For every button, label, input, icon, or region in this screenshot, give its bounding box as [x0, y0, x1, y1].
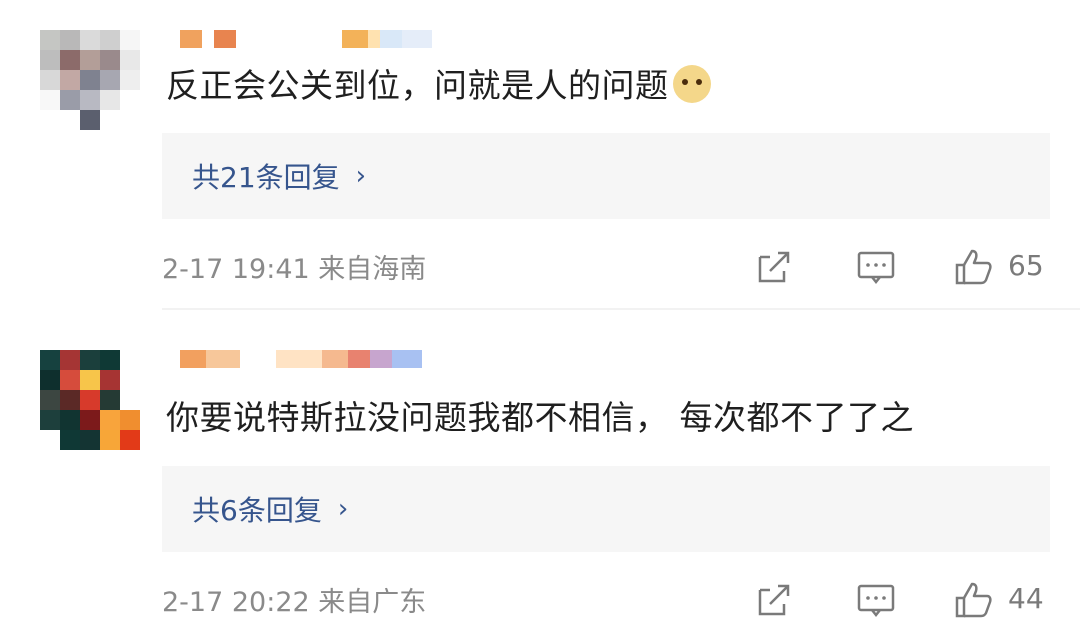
comment-text: 反正会公关到位，问就是人的问题	[166, 64, 711, 108]
comment-meta: 2-17 19:41 来自海南	[162, 254, 427, 285]
avatar-pixel	[80, 70, 100, 90]
share-icon[interactable]	[754, 247, 794, 287]
username-block	[206, 350, 240, 368]
username-block	[180, 350, 206, 368]
avatar-pixel	[100, 430, 120, 450]
replies-link[interactable]: 共6条回复 ›	[162, 466, 1050, 552]
replies-link[interactable]: 共21条回复 ›	[162, 133, 1050, 219]
avatar-pixel	[100, 30, 120, 50]
username-block	[348, 350, 370, 368]
avatar-pixel	[120, 390, 140, 410]
username-block	[402, 30, 432, 48]
username-block	[380, 30, 402, 48]
avatar-pixel	[120, 90, 140, 110]
avatar-pixel	[80, 90, 100, 110]
avatar-pixel	[60, 410, 80, 430]
share-icon[interactable]	[754, 580, 794, 620]
avatar[interactable]	[40, 350, 140, 450]
avatar-pixel	[60, 350, 80, 370]
like-count: 44	[1008, 582, 1044, 615]
username-block	[240, 350, 276, 368]
avatar-pixel	[80, 370, 100, 390]
avatar-pixel	[120, 110, 140, 130]
avatar-pixel	[60, 50, 80, 70]
avatar-pixel	[80, 30, 100, 50]
username-block	[286, 30, 312, 48]
avatar-pixel	[100, 390, 120, 410]
like-count: 65	[1008, 249, 1044, 282]
avatar-pixel	[100, 410, 120, 430]
username-block	[180, 30, 202, 48]
avatar-pixel	[40, 390, 60, 410]
avatar-pixel	[80, 430, 100, 450]
avatar-pixel	[80, 390, 100, 410]
avatar-pixel	[120, 430, 140, 450]
username-block	[342, 30, 368, 48]
username-block	[214, 30, 236, 48]
chevron-right-icon: ›	[337, 494, 349, 524]
replies-label: 共21条回复	[192, 161, 340, 194]
avatar-pixel	[100, 50, 120, 70]
replies-label: 共6条回复	[192, 494, 322, 527]
avatar-pixel	[120, 410, 140, 430]
avatar-pixel	[40, 430, 60, 450]
avatar-pixel	[60, 430, 80, 450]
avatar-pixel	[80, 350, 100, 370]
avatar-pixel	[60, 370, 80, 390]
like-icon[interactable]	[953, 247, 993, 287]
avatar-pixel	[60, 30, 80, 50]
avatar-pixel	[60, 90, 80, 110]
reply-icon[interactable]	[856, 580, 896, 620]
reply-icon[interactable]	[856, 247, 896, 287]
avatar-pixel	[60, 110, 80, 130]
avatar-pixel	[100, 90, 120, 110]
username-block	[202, 30, 214, 48]
avatar-pixel	[120, 30, 140, 50]
avatar-pixel	[40, 90, 60, 110]
divider	[162, 308, 1080, 310]
username-blurred[interactable]	[180, 30, 432, 48]
avatar-pixel	[60, 390, 80, 410]
comment-text: 你要说特斯拉没问题我都不相信， 每次都不了了之	[166, 398, 914, 437]
avatar[interactable]	[40, 30, 140, 130]
chevron-right-icon: ›	[355, 161, 367, 191]
avatar-pixel	[40, 370, 60, 390]
avatar-pixel	[100, 70, 120, 90]
username-block	[276, 350, 322, 368]
avatar-pixel	[80, 410, 100, 430]
comment-item: 你要说特斯拉没问题我都不相信， 每次都不了了之 共6条回复 › 2-17 20:…	[0, 318, 1080, 641]
username-block	[392, 350, 422, 368]
avatar-pixel	[40, 50, 60, 70]
avatar-pixel	[80, 110, 100, 130]
avatar-pixel	[40, 30, 60, 50]
avatar-pixel	[40, 70, 60, 90]
username-block	[236, 30, 286, 48]
username-blurred[interactable]	[180, 350, 422, 368]
comment-item: 反正会公关到位，问就是人的问题 共21条回复 › 2-17 19:41 来自海南…	[0, 0, 1080, 310]
comment-body: 反正会公关到位，问就是人的问题	[166, 66, 669, 105]
avatar-pixel	[100, 110, 120, 130]
doge-emoji-icon	[672, 65, 711, 103]
avatar-pixel	[40, 410, 60, 430]
avatar-pixel	[40, 110, 60, 130]
avatar-pixel	[100, 370, 120, 390]
avatar-pixel	[80, 50, 100, 70]
avatar-pixel	[120, 370, 140, 390]
comment-meta: 2-17 20:22 来自广东	[162, 587, 427, 618]
avatar-pixel	[60, 70, 80, 90]
avatar-pixel	[40, 350, 60, 370]
username-block	[322, 350, 348, 368]
avatar-pixel	[120, 350, 140, 370]
avatar-pixel	[120, 50, 140, 70]
username-block	[368, 30, 380, 48]
username-block	[312, 30, 342, 48]
like-icon[interactable]	[953, 580, 993, 620]
avatar-pixel	[120, 70, 140, 90]
avatar-pixel	[100, 350, 120, 370]
username-block	[370, 350, 392, 368]
